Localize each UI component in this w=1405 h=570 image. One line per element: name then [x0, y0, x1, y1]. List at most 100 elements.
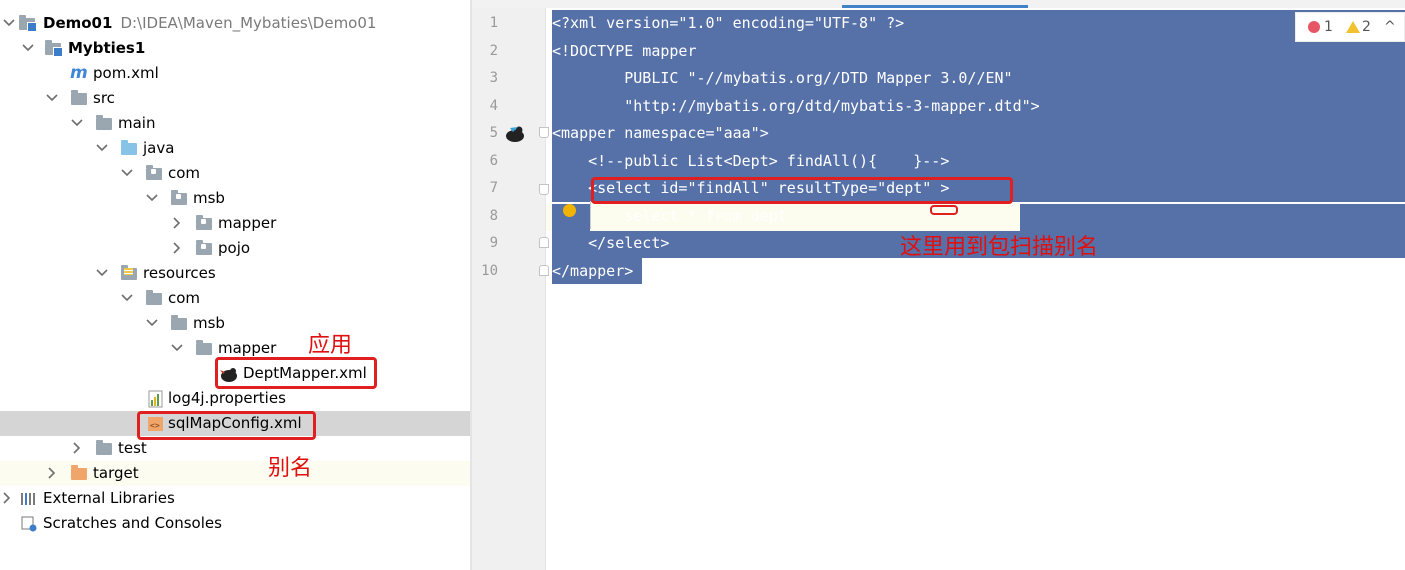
- warning-count: 2: [1362, 19, 1371, 35]
- annotation-apply: 应用: [308, 333, 353, 358]
- code-line[interactable]: PUBLIC "-//mybatis.org//DTD Mapper 3.0//…: [552, 69, 1012, 87]
- resources-folder-icon: [120, 265, 138, 283]
- package-icon: [170, 190, 188, 208]
- tree-item-msb[interactable]: msb: [0, 311, 470, 336]
- fold-marker[interactable]: [539, 237, 549, 248]
- tree-item-mybties1[interactable]: Mybties1: [0, 36, 470, 61]
- tree-item-label: External Libraries: [43, 489, 175, 507]
- tree-item-main[interactable]: main: [0, 111, 470, 136]
- line-number: 7: [489, 180, 498, 196]
- active-tab-indicator: [842, 5, 1028, 8]
- tree-item-demo01[interactable]: Demo01 D:\IDEA\Maven_Mybaties\Demo01: [0, 11, 470, 36]
- chevron-down-icon[interactable]: [21, 36, 35, 61]
- tree-item-target[interactable]: target: [0, 461, 470, 486]
- line-number: 6: [489, 153, 498, 169]
- libraries-icon: [20, 490, 38, 508]
- chevron-right-icon[interactable]: [45, 461, 59, 486]
- tree-item-com[interactable]: com: [0, 161, 470, 186]
- tree-item-label: log4j.properties: [168, 389, 286, 407]
- tree-item-label: resources: [143, 264, 216, 282]
- annotation-alias: 别名: [268, 456, 313, 481]
- chevron-right-icon[interactable]: [70, 436, 84, 461]
- line-number: 3: [489, 70, 498, 86]
- folder-icon: [195, 340, 213, 358]
- chevron-down-icon[interactable]: [145, 311, 159, 336]
- tree-item-label: msb: [193, 314, 225, 332]
- chevron-down-icon[interactable]: [2, 11, 16, 36]
- tree-item-label: src: [93, 89, 115, 107]
- chevron-right-icon[interactable]: [170, 236, 184, 261]
- code-editor[interactable]: 1 2 3 4 5 6 7 8 9 10 <?xml version="1.0"…: [472, 0, 1405, 570]
- warning-icon: [1346, 21, 1360, 33]
- package-icon: [195, 240, 213, 258]
- code-line[interactable]: <mapper namespace="aaa">: [552, 124, 769, 142]
- mybatis-navigation-icon[interactable]: [504, 124, 526, 144]
- folder-icon: [145, 290, 163, 308]
- folder-icon: [70, 90, 88, 108]
- chevron-down-icon[interactable]: [120, 286, 134, 311]
- line-number: 8: [489, 208, 498, 224]
- line-number: 1: [489, 15, 498, 31]
- module-folder-icon: [44, 40, 63, 58]
- fold-marker[interactable]: [539, 265, 549, 276]
- tree-item-label: com: [168, 289, 201, 307]
- tree-item-scratches-and-consoles[interactable]: Scratches and Consoles: [0, 511, 470, 536]
- inspections-widget[interactable]: 1 2 ^: [1295, 12, 1405, 42]
- chevron-up-icon[interactable]: ^: [1384, 13, 1396, 41]
- error-icon: [1308, 21, 1320, 33]
- fold-marker[interactable]: [539, 127, 549, 138]
- excluded-folder-icon: [70, 465, 88, 483]
- chevron-down-icon[interactable]: [95, 261, 109, 286]
- code-line[interactable]: <?xml version="1.0" encoding="UTF-8" ?>: [552, 14, 904, 32]
- tree-item-msb[interactable]: msb: [0, 186, 470, 211]
- line-number: 10: [481, 263, 498, 279]
- code-line[interactable]: "http://mybatis.org/dtd/mybatis-3-mapper…: [552, 97, 1039, 115]
- chevron-down-icon[interactable]: [120, 161, 134, 186]
- maven-icon: m: [70, 63, 88, 83]
- editor-tabs-strip[interactable]: [472, 0, 1405, 8]
- chevron-right-icon[interactable]: [170, 211, 184, 236]
- package-icon: [195, 215, 213, 233]
- chevron-down-icon[interactable]: [145, 186, 159, 211]
- code-line[interactable]: </select>: [552, 234, 669, 252]
- folder-icon: [95, 440, 113, 458]
- selection-highlight: [1020, 204, 1405, 231]
- error-count: 1: [1324, 19, 1333, 35]
- tree-item-src[interactable]: src: [0, 86, 470, 111]
- tree-item-com[interactable]: com: [0, 286, 470, 311]
- chevron-down-icon[interactable]: [170, 336, 184, 361]
- code-line[interactable]: <!--public List<Dept> findAll(){ }-->: [552, 152, 949, 170]
- line-number: 4: [489, 98, 498, 114]
- chevron-down-icon[interactable]: [45, 86, 59, 111]
- tree-item-mapper[interactable]: mapper: [0, 211, 470, 236]
- tree-item-label: target: [93, 464, 139, 482]
- code-line[interactable]: select * from dept: [552, 207, 787, 225]
- tree-item-label: msb: [193, 189, 225, 207]
- line-number: 5: [489, 125, 498, 141]
- project-path: D:\IDEA\Maven_Mybaties\Demo01: [120, 14, 377, 32]
- tree-item-java[interactable]: java: [0, 136, 470, 161]
- tree-item-label: Demo01 D:\IDEA\Maven_Mybaties\Demo01: [43, 14, 377, 32]
- tree-item-label: main: [118, 114, 156, 132]
- annotation-package-scan-alias: 这里用到包扫描别名: [900, 235, 1099, 260]
- chevron-right-icon[interactable]: [0, 486, 14, 511]
- tree-item-label: java: [143, 139, 175, 157]
- highlight-box-deptmapper: [215, 357, 377, 389]
- tree-item-pom-xml[interactable]: m pom.xml: [0, 61, 470, 86]
- tree-item-label: pom.xml: [93, 64, 159, 82]
- tree-item-label: Scratches and Consoles: [43, 514, 222, 532]
- fold-marker[interactable]: [539, 184, 549, 195]
- tree-item-label: mapper: [218, 214, 277, 232]
- package-icon: [145, 165, 163, 183]
- tree-item-label: com: [168, 164, 201, 182]
- chevron-down-icon[interactable]: [70, 111, 84, 136]
- tree-item-external-libraries[interactable]: External Libraries: [0, 486, 470, 511]
- tree-item-resources[interactable]: resources: [0, 261, 470, 286]
- code-line[interactable]: </mapper>: [552, 262, 633, 280]
- folder-icon: [95, 115, 113, 133]
- tree-item-pojo[interactable]: pojo: [0, 236, 470, 261]
- tree-item-log4j-properties[interactable]: log4j.properties: [0, 386, 470, 411]
- scratches-icon: [20, 515, 38, 533]
- chevron-down-icon[interactable]: [95, 136, 109, 161]
- code-line[interactable]: <!DOCTYPE mapper: [552, 42, 697, 60]
